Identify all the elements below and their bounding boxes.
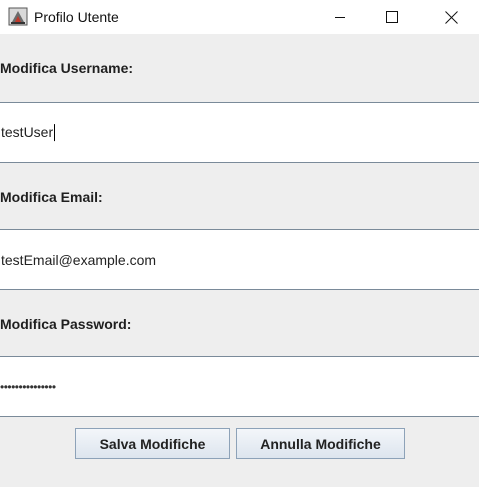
password-label-row: Modifica Password: bbox=[0, 290, 479, 358]
window-title: Profilo Utente bbox=[34, 9, 119, 25]
save-changes-button[interactable]: Salva Modifiche bbox=[75, 428, 230, 459]
title-bar[interactable]: Profilo Utente bbox=[0, 0, 479, 34]
close-button[interactable] bbox=[428, 0, 474, 34]
maximize-button[interactable] bbox=[369, 0, 415, 34]
password-field[interactable]: ••••••••••••••• bbox=[0, 356, 479, 417]
minimize-icon bbox=[335, 17, 345, 18]
email-field[interactable]: testEmail@example.com bbox=[0, 229, 479, 290]
close-icon bbox=[444, 10, 458, 24]
text-caret bbox=[54, 124, 56, 142]
email-value: testEmail@example.com bbox=[1, 251, 157, 268]
password-masked-value: ••••••••••••••• bbox=[0, 379, 56, 394]
cancel-changes-button[interactable]: Annulla Modifiche bbox=[236, 428, 405, 459]
minimize-button[interactable] bbox=[317, 0, 363, 34]
java-app-icon bbox=[8, 7, 28, 26]
username-field[interactable]: testUser bbox=[0, 102, 479, 163]
password-label: Modifica Password: bbox=[0, 316, 132, 332]
username-label: Modifica Username: bbox=[0, 60, 134, 76]
username-value: testUser bbox=[1, 123, 54, 140]
email-label: Modifica Email: bbox=[0, 189, 103, 205]
email-label-row: Modifica Email: bbox=[0, 163, 479, 231]
username-value-wrapper: testUser bbox=[1, 123, 56, 142]
maximize-icon bbox=[386, 11, 398, 23]
username-label-row: Modifica Username: bbox=[0, 34, 479, 102]
